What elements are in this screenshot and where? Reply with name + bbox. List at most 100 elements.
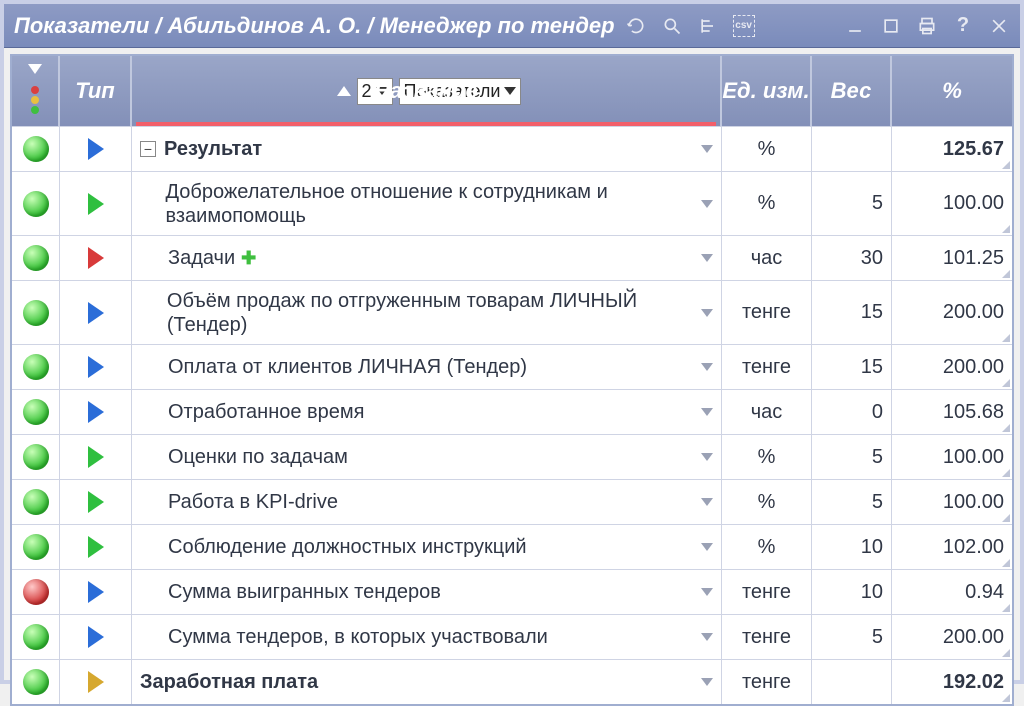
csv-icon[interactable]: csv xyxy=(733,15,755,37)
chevron-down-icon[interactable] xyxy=(701,588,713,596)
header-weight-label: Вес xyxy=(831,78,872,104)
percent-value: 100.00 xyxy=(943,192,1004,215)
window-title: Показатели / Абильдинов А. О. / Менеджер… xyxy=(14,13,615,39)
header-percent-label: % xyxy=(942,78,962,104)
sort-asc-icon[interactable] xyxy=(337,86,351,96)
chevron-down-icon[interactable] xyxy=(701,309,713,317)
chevron-down-icon[interactable] xyxy=(701,678,713,686)
table-row[interactable]: Заработная плататенге192.02 xyxy=(12,659,1012,704)
play-icon xyxy=(88,401,104,423)
plus-icon[interactable]: ✚ xyxy=(241,248,256,269)
name-cell[interactable]: Работа в KPI-drive xyxy=(132,480,722,524)
play-icon xyxy=(88,626,104,648)
unit-label: тенге xyxy=(742,626,791,649)
row-name-label: Отработанное время xyxy=(168,400,365,424)
weight-cell: 5 xyxy=(812,615,892,659)
weight-cell xyxy=(812,127,892,171)
chevron-down-icon[interactable] xyxy=(701,633,713,641)
percent-cell: 200.00 xyxy=(892,615,1012,659)
name-cell[interactable]: Объём продаж по отгруженным товарам ЛИЧН… xyxy=(132,281,722,344)
print-icon[interactable] xyxy=(916,15,938,37)
unit-label: % xyxy=(758,491,776,514)
name-cell[interactable]: Сумма выигранных тендеров xyxy=(132,570,722,614)
table-row[interactable]: Доброжелательное отношение к сотрудникам… xyxy=(12,171,1012,235)
weight-value: 15 xyxy=(861,356,883,379)
minimize-icon[interactable] xyxy=(844,15,866,37)
name-cell[interactable]: Заработная плата xyxy=(132,660,722,704)
chevron-down-icon[interactable] xyxy=(701,408,713,416)
row-name-label: Оплата от клиентов ЛИЧНАЯ (Тендер) xyxy=(168,355,527,379)
resize-corner-icon xyxy=(1002,161,1010,169)
status-cell xyxy=(12,615,60,659)
unit-label: % xyxy=(758,138,776,161)
percent-cell: 0.94 xyxy=(892,570,1012,614)
collapse-toggle[interactable]: − xyxy=(140,141,156,157)
name-cell[interactable]: Оплата от клиентов ЛИЧНАЯ (Тендер) xyxy=(132,345,722,389)
status-cell xyxy=(12,236,60,280)
header-type[interactable]: Тип xyxy=(60,56,132,126)
play-icon xyxy=(88,446,104,468)
table-row[interactable]: Работа в KPI-drive%5100.00 xyxy=(12,479,1012,524)
weight-value: 15 xyxy=(861,301,883,324)
table-row[interactable]: Оценки по задачам%5100.00 xyxy=(12,434,1012,479)
weight-cell: 30 xyxy=(812,236,892,280)
play-icon xyxy=(88,581,104,603)
unit-cell: % xyxy=(722,172,812,235)
name-cell[interactable]: Отработанное время xyxy=(132,390,722,434)
percent-cell: 101.25 xyxy=(892,236,1012,280)
resize-corner-icon xyxy=(1002,694,1010,702)
percent-value: 200.00 xyxy=(943,626,1004,649)
percent-cell: 192.02 xyxy=(892,660,1012,704)
weight-cell: 0 xyxy=(812,390,892,434)
percent-cell: 100.00 xyxy=(892,172,1012,235)
percent-cell: 100.00 xyxy=(892,435,1012,479)
play-icon xyxy=(88,247,104,269)
chevron-down-icon[interactable] xyxy=(701,453,713,461)
table-row[interactable]: Задачи✚час30101.25 xyxy=(12,235,1012,280)
help-icon[interactable]: ? xyxy=(952,15,974,37)
name-cell[interactable]: Оценки по задачам xyxy=(132,435,722,479)
header-percent[interactable]: % xyxy=(892,56,1012,126)
close-icon[interactable] xyxy=(988,15,1010,37)
status-light-icon xyxy=(23,579,49,605)
data-grid: Тип 2 Показатели Название Ед. изм. Вес xyxy=(10,54,1014,706)
name-cell[interactable]: Доброжелательное отношение к сотрудникам… xyxy=(132,172,722,235)
table-row[interactable]: Сумма выигранных тендеровтенге100.94 xyxy=(12,569,1012,614)
refresh-icon[interactable] xyxy=(625,15,647,37)
chevron-down-icon[interactable] xyxy=(701,145,713,153)
name-cell[interactable]: −Результат xyxy=(132,127,722,171)
row-name-label: Работа в KPI-drive xyxy=(168,490,338,514)
status-light-icon xyxy=(23,444,49,470)
name-cell[interactable]: Задачи✚ xyxy=(132,236,722,280)
header-unit[interactable]: Ед. изм. xyxy=(722,56,812,126)
maximize-icon[interactable] xyxy=(880,15,902,37)
status-light-icon xyxy=(23,191,49,217)
play-icon xyxy=(88,491,104,513)
tree-icon[interactable] xyxy=(697,15,719,37)
table-row[interactable]: Соблюдение должностных инструкций%10102.… xyxy=(12,524,1012,569)
row-name-label: Заработная плата xyxy=(140,670,318,694)
chevron-down-icon[interactable] xyxy=(701,254,713,262)
chevron-down-icon[interactable] xyxy=(701,543,713,551)
type-cell xyxy=(60,172,132,235)
weight-value: 0 xyxy=(872,401,883,424)
chevron-down-icon[interactable] xyxy=(701,200,713,208)
name-cell[interactable]: Соблюдение должностных инструкций xyxy=(132,525,722,569)
unit-cell: тенге xyxy=(722,281,812,344)
chevron-down-icon[interactable] xyxy=(701,363,713,371)
unit-label: % xyxy=(758,446,776,469)
table-row[interactable]: Объём продаж по отгруженным товарам ЛИЧН… xyxy=(12,280,1012,344)
table-row[interactable]: Оплата от клиентов ЛИЧНАЯ (Тендер)тенге1… xyxy=(12,344,1012,389)
table-row[interactable]: Сумма тендеров, в которых участвовали тен… xyxy=(12,614,1012,659)
chevron-down-icon[interactable] xyxy=(701,498,713,506)
weight-value: 5 xyxy=(872,626,883,649)
status-light-icon xyxy=(23,354,49,380)
header-status[interactable] xyxy=(12,56,60,126)
table-row[interactable]: −Результат%125.67 xyxy=(12,126,1012,171)
header-weight[interactable]: Вес xyxy=(812,56,892,126)
unit-label: час xyxy=(751,401,783,424)
name-cell[interactable]: Сумма тендеров, в которых участвовали xyxy=(132,615,722,659)
play-icon xyxy=(88,671,104,693)
table-row[interactable]: Отработанное времячас0105.68 xyxy=(12,389,1012,434)
search-icon[interactable] xyxy=(661,15,683,37)
